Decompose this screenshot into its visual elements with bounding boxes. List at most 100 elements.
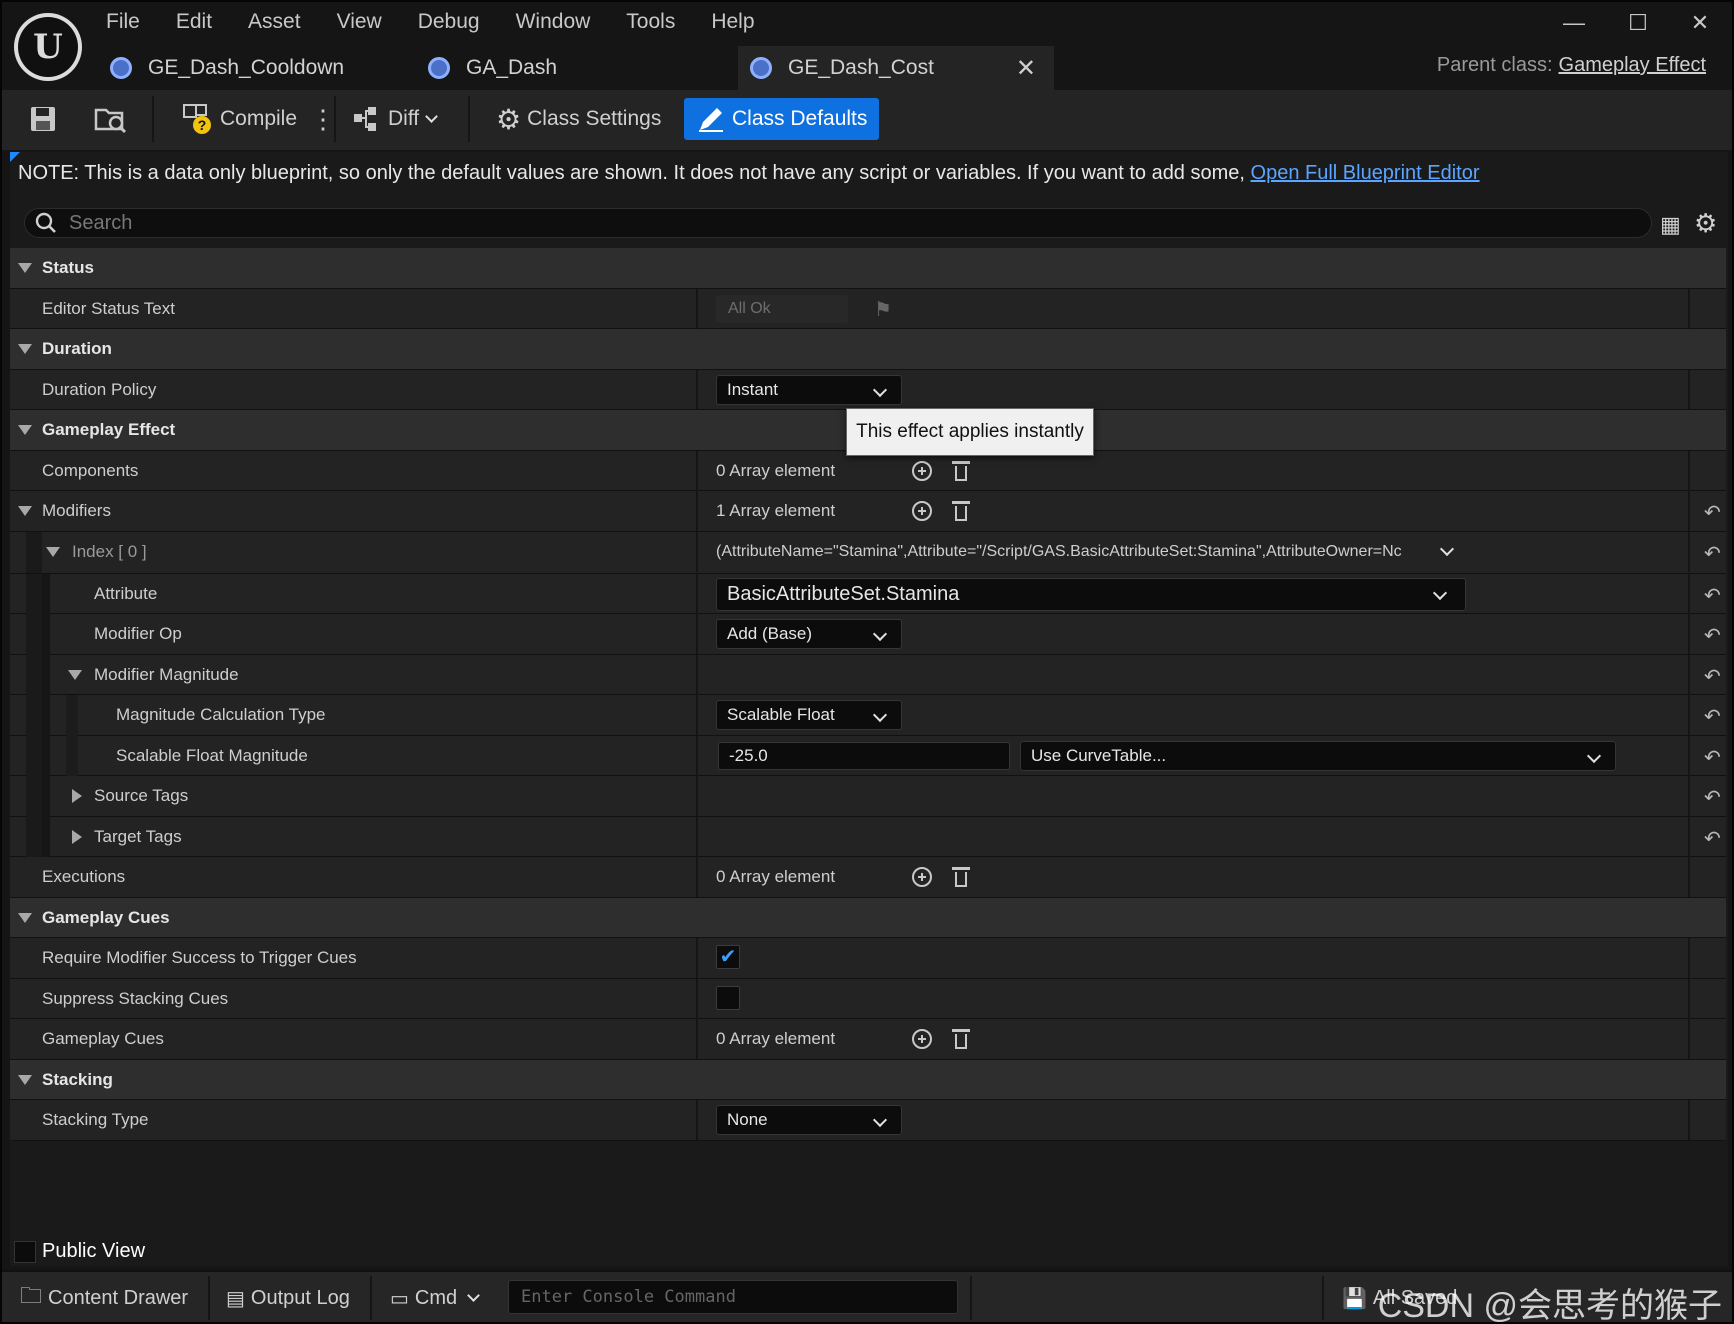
expand-arrow-icon[interactable] [18,344,32,354]
tab-ge-dash-cooldown[interactable]: GE_Dash_Cooldown [110,46,380,90]
compile-options-icon[interactable]: ⋮ [310,98,336,140]
content-drawer-icon: 🗀 [20,1283,43,1308]
class-settings-button[interactable]: ⚙ Class Settings [496,98,661,140]
category-status[interactable]: Status [10,248,1726,289]
search-box [24,208,1652,238]
reset-to-default-icon[interactable]: ↶ [1704,704,1721,729]
open-full-editor-link[interactable]: Open Full Blueprint Editor [1251,162,1480,184]
reset-to-default-icon[interactable]: ↶ [1704,541,1721,566]
reset-to-default-icon[interactable]: ↶ [1704,664,1721,689]
category-duration[interactable]: Duration [10,329,1726,370]
parent-class-link[interactable]: Gameplay Effect [1559,54,1706,76]
class-defaults-button[interactable]: Class Defaults [684,98,880,140]
expand-arrow-icon[interactable] [72,829,82,844]
maximize-icon[interactable]: ☐ [1618,10,1658,38]
content-drawer-button[interactable]: 🗀 Content Drawer [20,1282,188,1314]
delete-all-icon[interactable] [952,1029,970,1049]
close-window-icon[interactable]: ✕ [1680,10,1720,38]
menu-edit[interactable]: Edit [176,10,212,38]
chevron-down-icon [872,707,888,723]
array-count: 0 Array element [716,460,836,480]
tab-ga-dash[interactable]: GA_Dash [428,46,648,90]
expand-arrow-icon[interactable] [68,669,82,680]
menu-debug[interactable]: Debug [418,10,480,38]
gear-icon: ⚙ [496,103,522,135]
reset-to-default-icon[interactable]: ↶ [1704,785,1721,810]
property-label: Attribute [94,583,158,603]
magnitude-value-input[interactable]: -25.0 [718,741,1010,770]
menu-view[interactable]: View [337,10,382,38]
console-command-input[interactable] [521,1281,951,1313]
modifier-op-dropdown[interactable]: Add (Base) [716,619,902,649]
reset-to-default-icon[interactable]: ↶ [1704,583,1721,608]
expand-arrow-icon[interactable] [18,425,32,435]
category-gameplay-cues[interactable]: Gameplay Cues [10,897,1726,938]
public-view-checkbox[interactable] [14,1240,36,1263]
property-label: Index [ 0 ] [72,541,147,561]
diff-button[interactable]: Diff [352,98,438,140]
curve-table-dropdown[interactable]: Use CurveTable... [1020,740,1616,771]
unreal-logo-icon[interactable]: U [14,13,82,81]
reset-to-default-icon[interactable]: ↶ [1704,500,1721,525]
magnitude-calc-type-dropdown[interactable]: Scalable Float [716,700,902,730]
expand-arrow-icon[interactable] [18,1074,32,1085]
duration-policy-dropdown[interactable]: Instant [716,374,902,405]
add-element-icon[interactable] [912,501,932,521]
status-bar: 🗀 Content Drawer ▤ Output Log ▭ Cmd 💾 Al… [2,1270,1732,1324]
add-element-icon[interactable] [912,1029,932,1049]
note-text: NOTE: This is a data only blueprint, so … [18,162,1251,184]
save-icon[interactable] [28,98,58,140]
suppress-stacking-cues-checkbox[interactable] [716,985,740,1010]
menu-asset[interactable]: Asset [248,10,301,38]
chevron-down-icon [872,1112,888,1128]
duration-policy-tooltip: This effect applies instantly [846,408,1094,456]
settings-gear-icon[interactable]: ⚙ [1694,208,1717,239]
expand-arrow-icon[interactable] [46,546,60,557]
watermark: CSDN @会思考的猴子 [1377,1287,1722,1324]
expand-arrow-icon[interactable] [18,263,32,273]
input-value: -25.0 [729,745,768,765]
add-element-icon[interactable] [912,460,932,481]
property-label: Components [42,460,139,480]
attribute-dropdown[interactable]: BasicAttributeSet.Stamina [716,577,1466,611]
cmd-button[interactable]: ▭ Cmd [390,1282,481,1314]
minimize-icon[interactable]: — [1554,10,1594,38]
delete-all-icon[interactable] [952,501,970,521]
search-input[interactable] [69,211,1629,235]
menu-tools[interactable]: Tools [626,10,675,38]
reset-to-default-icon[interactable]: ↶ [1704,623,1721,648]
row-source-tags: Source Tags ↶ [10,776,1726,817]
blueprint-icon [750,57,772,79]
category-stacking[interactable]: Stacking [10,1059,1726,1100]
menu-help[interactable]: Help [711,10,754,38]
chevron-down-icon[interactable] [1439,541,1455,556]
chevron-down-icon [872,382,888,397]
row-magnitude-calculation-type: Magnitude Calculation Type Scalable Floa… [10,695,1726,736]
require-modifier-success-checkbox[interactable]: ✔ [716,945,740,969]
browse-asset-icon[interactable] [94,98,128,140]
category-title: Stacking [42,1069,113,1089]
expand-arrow-icon[interactable] [18,912,32,923]
delete-all-icon[interactable] [952,867,970,887]
tab-ge-dash-cost[interactable]: GE_Dash_Cost ✕ [738,46,1054,90]
menu-window[interactable]: Window [516,10,591,38]
delete-all-icon[interactable] [952,460,970,481]
diff-icon [354,107,376,131]
public-view-toggle[interactable]: Public View [14,1240,145,1263]
tab-label: GA_Dash [466,56,558,79]
stacking-type-dropdown[interactable]: None [716,1105,902,1135]
close-tab-icon[interactable]: ✕ [1016,54,1036,83]
compile-button[interactable]: ? Compile [182,98,297,140]
menu-file[interactable]: File [106,10,140,38]
row-modifier-op: Modifier Op Add (Base) ↶ [10,614,1726,655]
details-panel: NOTE: This is a data only blueprint, so … [10,152,1728,1266]
reset-to-default-icon[interactable]: ↶ [1704,745,1721,770]
property-rows: Status Editor Status Text All Ok ⚑ Durat… [10,248,1726,1141]
expand-arrow-icon[interactable] [18,506,32,516]
add-element-icon[interactable] [912,867,932,887]
table-view-icon[interactable]: ▦ [1660,212,1681,238]
output-log-button[interactable]: ▤ Output Log [226,1282,350,1314]
expand-arrow-icon[interactable] [72,789,82,803]
property-label: Suppress Stacking Cues [42,988,229,1008]
reset-to-default-icon[interactable]: ↶ [1704,826,1721,851]
